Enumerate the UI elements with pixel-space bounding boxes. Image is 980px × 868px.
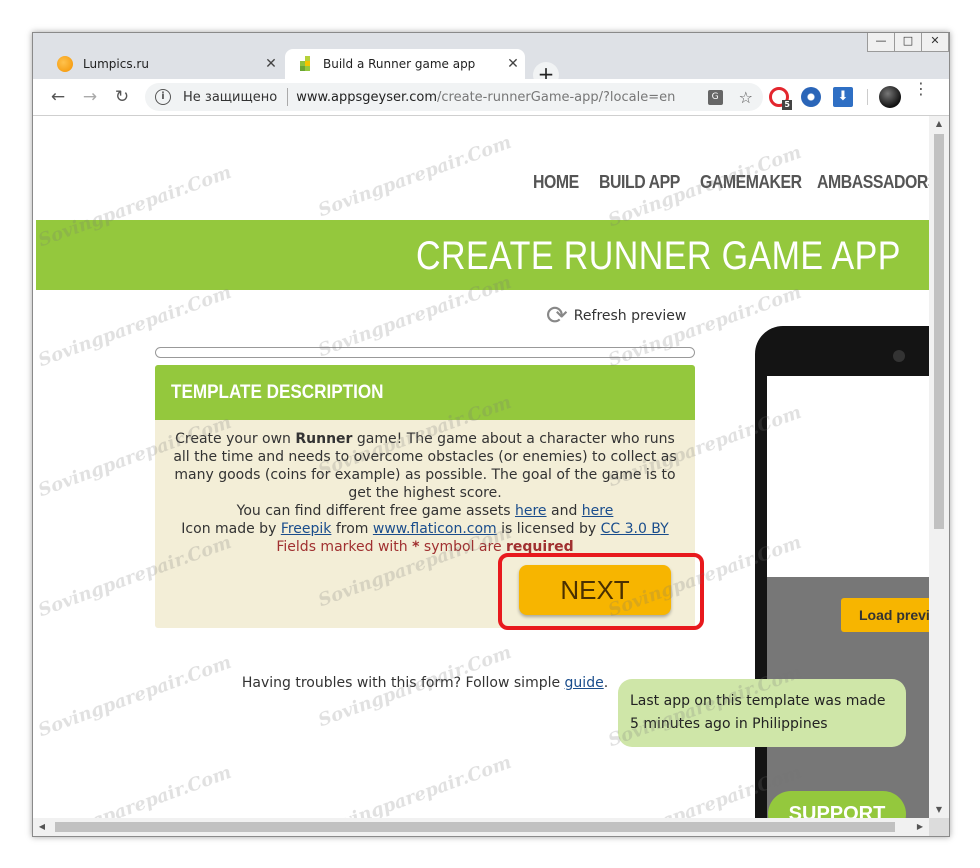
refresh-preview-label: Refresh preview [573,308,687,324]
next-button[interactable]: NEXT [519,565,671,615]
translate-icon[interactable]: G [707,89,723,105]
template-description-body: Create your own Runner game! The game ab… [155,420,695,556]
nav-ambassadors[interactable]: AMBASSADORS [817,172,929,193]
tab-close-icon[interactable]: ✕ [501,56,525,72]
troubles-text: Having troubles with this form? Follow s… [241,675,565,691]
address-bar[interactable]: i Не защищено www.appsgeyser.com /create… [145,83,763,111]
template-intro: Create your own Runner game! The game ab… [169,430,681,502]
assets-line: You can find different free game assets … [169,502,681,520]
intro-text: Create your own [175,431,296,447]
tab-lumpics[interactable]: Lumpics.ru ✕ [45,49,283,79]
template-description-heading: TEMPLATE DESCRIPTION [155,365,695,420]
refresh-preview-link[interactable]: ⟳ Refresh preview [546,301,687,331]
scrollbar-corner [929,818,949,836]
back-icon[interactable]: ← [47,86,69,108]
watermark: Sovingparepair.Com [35,761,235,818]
vertical-scrollbar[interactable]: ▲ ▼ [929,116,949,818]
toolbar-divider [867,89,868,105]
watermark: Sovingparepair.Com [35,651,235,742]
last-app-line-2: 5 minutes ago in Philippines [630,716,828,732]
profile-avatar[interactable] [879,86,901,108]
browser-menu-icon[interactable]: ⋮ [913,81,929,97]
globe-extension-icon[interactable] [801,87,821,107]
last-app-toast: Last app on this template was made 5 min… [618,679,906,747]
assets-text: You can find different free game assets [236,503,515,519]
bookmark-star-icon[interactable]: ☆ [739,88,753,107]
troubles-note: Having troubles with this form? Follow s… [155,675,695,691]
progress-bar [155,347,695,358]
nav-gamemaker[interactable]: GAMEMAKER [700,172,802,193]
assets-link-1[interactable]: here [515,503,547,519]
url-path[interactable]: /create-runnerGame-app/?locale=en [437,90,675,105]
omnibox-actions: G ☆ [707,88,763,107]
heading-text: TEMPLATE DESCRIPTION [171,382,384,403]
flaticon-link[interactable]: www.flaticon.com [373,521,497,537]
required-text: Fields marked with [276,539,413,555]
page-title: CREATE RUNNER GAME APP [416,234,901,278]
extension-badge: 5 [782,100,792,110]
orange-circle-icon [57,56,73,72]
troubles-dot: . [603,675,609,691]
download-extension-icon[interactable]: ⬇ [833,87,853,107]
site-nav: HOME BUILD APP GAMEMAKER AMBASSADORS [33,172,929,200]
required-mid-text: symbol are [419,539,507,555]
security-label[interactable]: Не защищено [183,90,277,105]
horizontal-scroll-thumb[interactable] [55,822,895,832]
assets-link-2[interactable]: here [582,503,614,519]
icon-licensed-text: is licensed by [496,521,601,537]
opera-extension-icon[interactable]: 5 [769,87,792,110]
refresh-icon: ⟳ [546,301,568,331]
scroll-down-icon[interactable]: ▼ [929,802,949,818]
support-button[interactable]: SUPPORT [768,791,906,818]
tab-strip: Lumpics.ru ✕ Build a Runner game app ✕ + [33,45,949,88]
scroll-left-icon[interactable]: ◀ [33,818,51,836]
url-host[interactable]: www.appsgeyser.com [296,90,437,105]
vertical-scroll-thumb[interactable] [934,134,944,529]
scroll-up-icon[interactable]: ▲ [929,116,949,132]
tab-title: Lumpics.ru [83,57,149,71]
nav-build-app[interactable]: BUILD APP [599,172,680,193]
horizontal-scrollbar[interactable]: ◀ ▶ [33,818,929,836]
icon-credit-text: Icon made by [181,521,281,537]
last-app-line-1: Last app on this template was made [630,693,886,709]
omnibox-divider [287,88,289,106]
phone-camera [893,350,905,362]
nav-home[interactable]: HOME [533,172,579,193]
intro-bold: Runner [295,431,353,447]
tab-title: Build a Runner game app [323,57,476,71]
browser-toolbar: ← → ↻ i Не защищено www.appsgeyser.com /… [33,79,949,116]
reload-icon[interactable]: ↻ [111,86,133,108]
page-viewport: HOME BUILD APP GAMEMAKER AMBASSADORS CRE… [33,116,929,818]
tab-appsgeyser[interactable]: Build a Runner game app ✕ [285,49,525,79]
hero-banner: CREATE RUNNER GAME APP [36,220,929,290]
assets-and: and [546,503,582,519]
forward-icon[interactable]: → [79,86,101,108]
load-preview-button[interactable]: Load preview [841,598,929,632]
browser-window: — □ ✕ Lumpics.ru ✕ Build a Runner game a… [32,32,950,837]
icon-from-text: from [331,521,373,537]
info-icon[interactable]: i [155,89,171,105]
scroll-right-icon[interactable]: ▶ [911,818,929,836]
appsgeyser-icon [297,56,313,72]
tab-close-icon[interactable]: ✕ [259,56,283,72]
license-link[interactable]: CC 3.0 BY [601,521,669,537]
icon-credit-line: Icon made by Freepik from www.flaticon.c… [169,520,681,538]
guide-link[interactable]: guide [565,675,604,691]
watermark: Sovingparepair.Com [315,751,515,818]
freepik-link[interactable]: Freepik [281,521,332,537]
